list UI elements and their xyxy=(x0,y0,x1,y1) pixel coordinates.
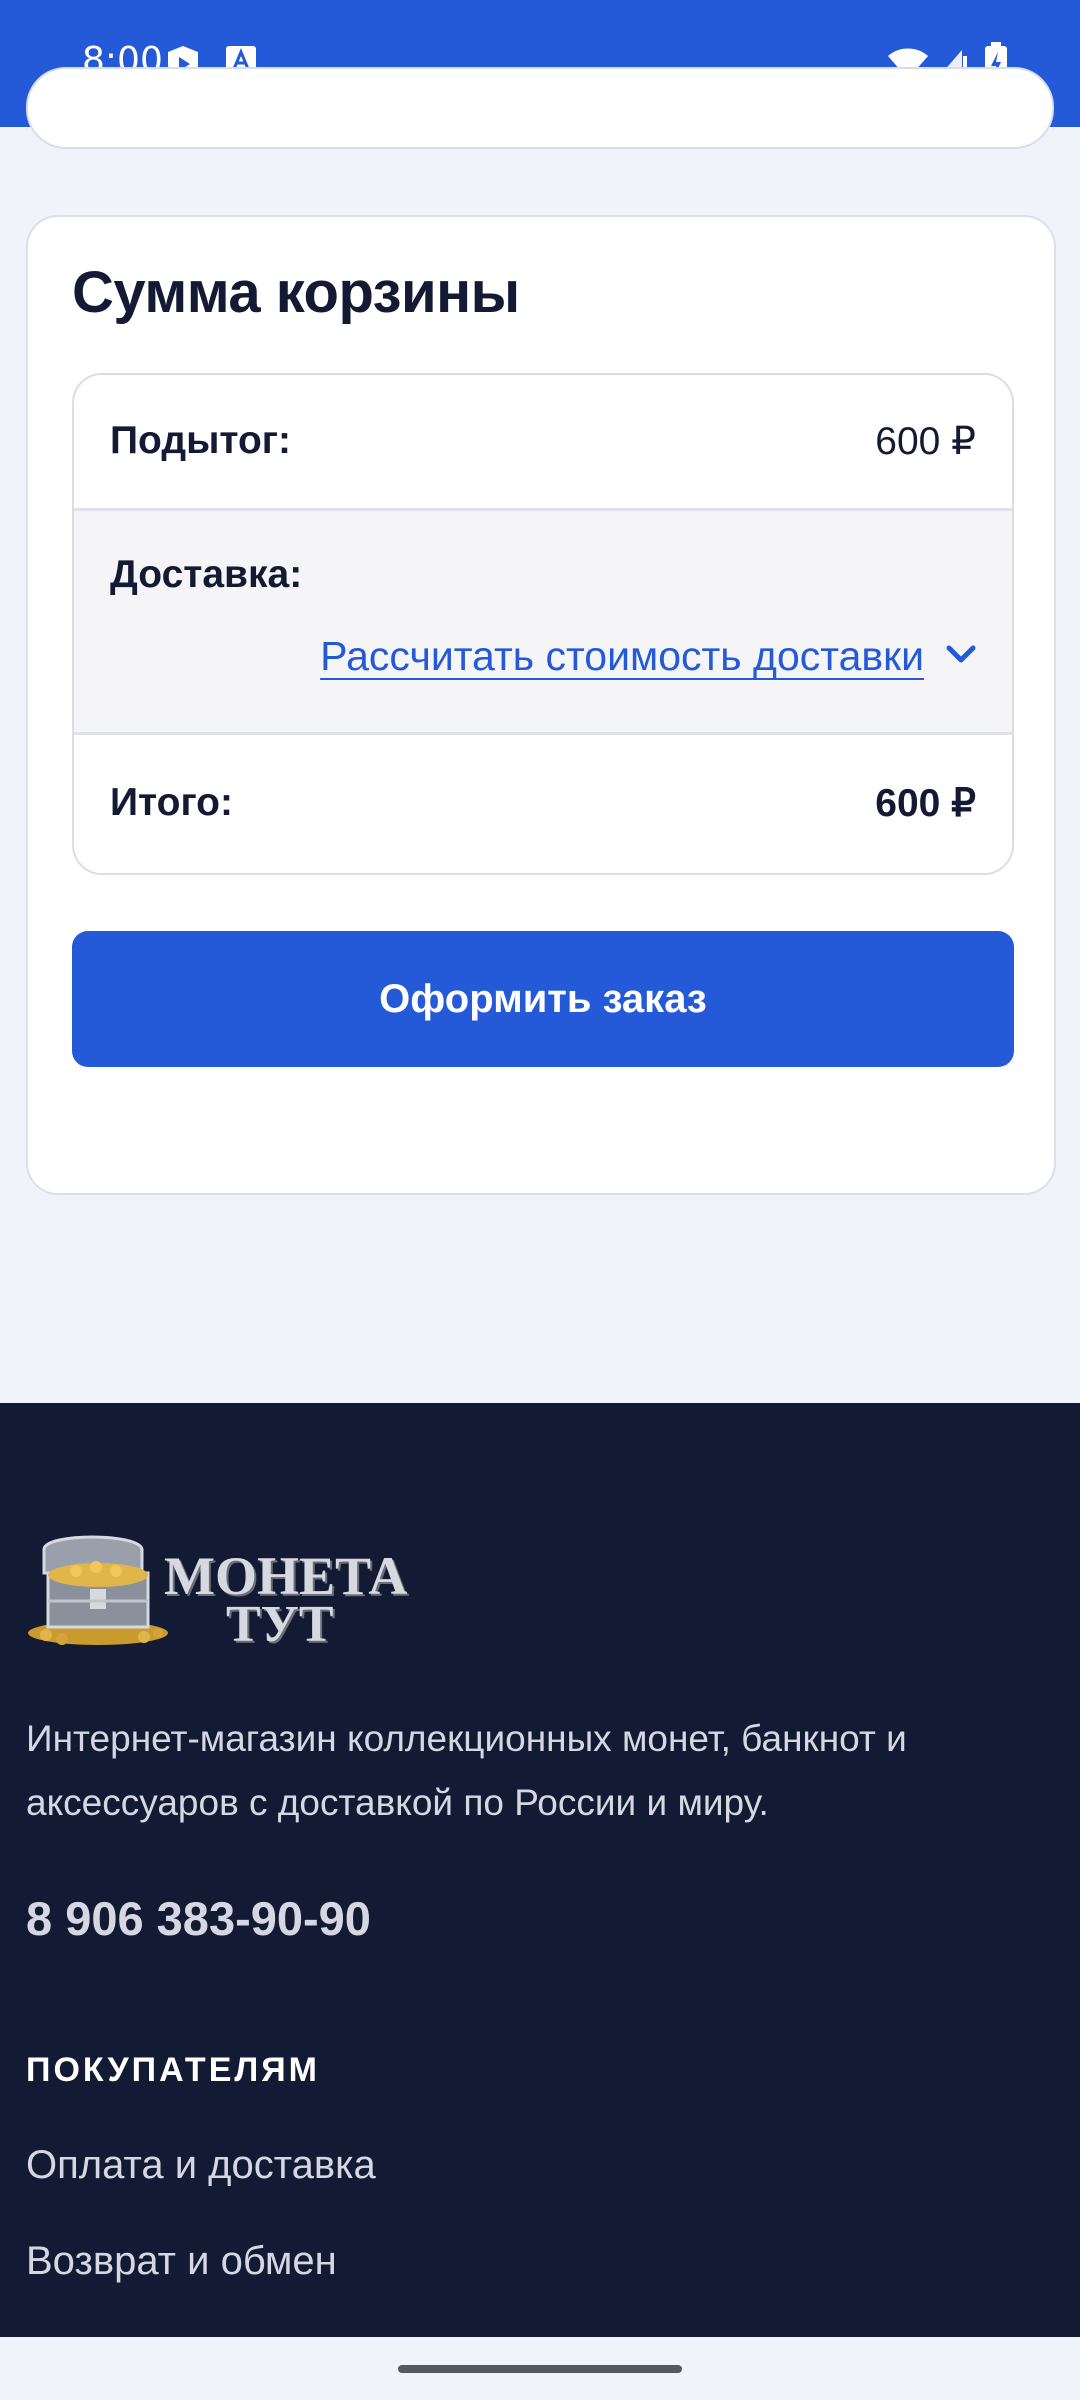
subtotal-label: Подытог: xyxy=(110,419,292,462)
total-label: Итого: xyxy=(110,781,233,824)
total-row: Итого: 600 ₽ xyxy=(74,735,1012,873)
page-content: Сумма корзины Подытог: 600 ₽ Доставка: Р… xyxy=(0,67,1080,1403)
shipping-label: Доставка: xyxy=(110,553,303,596)
treasure-chest-icon xyxy=(26,1529,186,1652)
store-logo[interactable]: МОНЕТА ТУТ xyxy=(26,1529,416,1659)
subtotal-row: Подытог: 600 ₽ xyxy=(74,375,1012,511)
payment-delivery-link[interactable]: Оплата и доставка xyxy=(26,2143,376,2188)
return-exchange-link[interactable]: Возврат и обмен xyxy=(26,2239,337,2284)
calculate-shipping-link[interactable]: Рассчитать стоимость доставки xyxy=(320,633,976,680)
subtotal-value: 600 ₽ xyxy=(875,420,976,463)
previous-card xyxy=(26,67,1054,149)
logo-text-line2: ТУТ xyxy=(226,1596,334,1653)
cart-totals-title: Сумма корзины xyxy=(72,260,520,325)
system-nav-bar xyxy=(0,2337,1080,2400)
cart-totals-card: Сумма корзины Подытог: 600 ₽ Доставка: Р… xyxy=(26,215,1056,1195)
totals-table: Подытог: 600 ₽ Доставка: Рассчитать стои… xyxy=(72,373,1014,875)
home-gesture-handle[interactable] xyxy=(398,2365,682,2373)
checkout-button[interactable]: Оформить заказ xyxy=(72,931,1014,1067)
total-value: 600 ₽ xyxy=(875,782,976,825)
shipping-row: Доставка: Рассчитать стоимость доставки xyxy=(74,511,1012,735)
calculate-shipping-text[interactable]: Рассчитать стоимость доставки xyxy=(320,633,924,680)
site-footer: МОНЕТА ТУТ Интернет-магазин коллекционны… xyxy=(0,1403,1080,2337)
chevron-down-icon[interactable] xyxy=(946,644,976,669)
store-description: Интернет-магазин коллекционных монет, ба… xyxy=(26,1718,907,1823)
phone-link[interactable]: 8 906 383-90-90 xyxy=(26,1891,371,1946)
buyers-section-title: ПОКУПАТЕЛЯМ xyxy=(26,2051,320,2089)
